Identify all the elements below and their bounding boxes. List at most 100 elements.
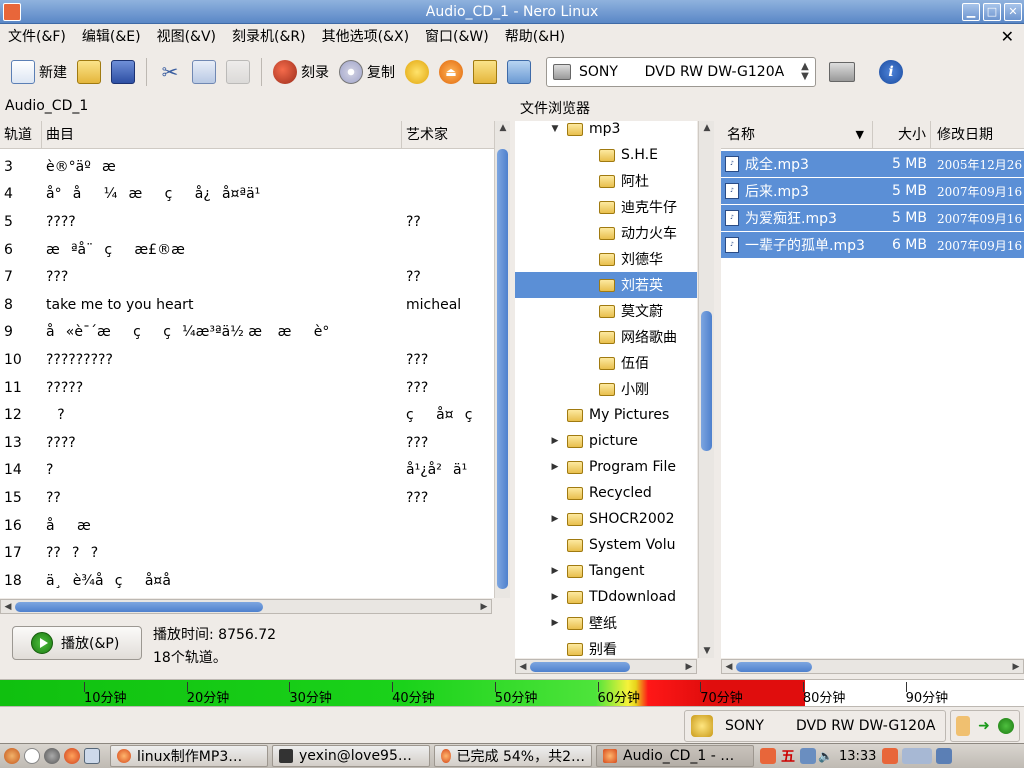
workspace-2[interactable] bbox=[902, 748, 933, 764]
folder-tree-hscrollbar[interactable]: ◀ ▶ bbox=[515, 659, 697, 674]
show-desktop-icon[interactable] bbox=[84, 748, 100, 764]
save-button[interactable] bbox=[106, 55, 140, 89]
file-list-hscrollbar[interactable]: ◀ ▶ bbox=[721, 659, 1024, 674]
task-button-nero[interactable]: Audio_CD_1 - … bbox=[596, 745, 754, 767]
nero-app-icon[interactable] bbox=[3, 3, 21, 21]
expander-icon[interactable]: ▶ bbox=[549, 592, 561, 602]
folder-tree-item[interactable]: ▶ SHOCR2002 bbox=[549, 506, 675, 532]
folder-tree-item[interactable]: ▼ mp3 bbox=[549, 121, 621, 142]
column-header-date[interactable]: 修改日期 bbox=[931, 121, 1024, 148]
track-row[interactable]: 3 è®°äºæ bbox=[0, 153, 494, 181]
expander-icon[interactable]: ▶ bbox=[549, 514, 561, 524]
expander-icon[interactable]: ▶ bbox=[549, 436, 561, 446]
minimize-button[interactable]: ▁ bbox=[962, 3, 980, 21]
play-button[interactable]: 播放(&P) bbox=[12, 626, 142, 660]
folder-tree-item[interactable]: ▶ TDdownload bbox=[549, 584, 677, 610]
folder-tree-item[interactable]: My Pictures bbox=[549, 402, 669, 428]
file-row[interactable]: ♪ 后来.mp3 5 MB 2007年09月16 bbox=[721, 178, 1024, 204]
folder-tree-item[interactable]: Recycled bbox=[549, 480, 652, 506]
track-row[interactable]: 5?????? bbox=[0, 208, 494, 236]
track-row[interactable]: 13??????? bbox=[0, 429, 494, 457]
folder-tree-item[interactable]: ▶ 壁纸 bbox=[549, 610, 617, 636]
workspace-1-icon[interactable] bbox=[882, 748, 899, 764]
track-list-hscrollbar[interactable]: ◀ ▶ bbox=[0, 599, 492, 614]
scroll-left-icon[interactable]: ◀ bbox=[1, 600, 15, 614]
drive-info-button[interactable] bbox=[824, 55, 860, 89]
start-menu-icon[interactable] bbox=[4, 748, 20, 764]
folder-tree-item[interactable]: 动力火车 bbox=[581, 220, 677, 246]
track-row[interactable]: 14? å¹¿å²ä¹ bbox=[0, 457, 494, 485]
status-actions[interactable]: ➜ bbox=[950, 710, 1020, 742]
folder-tree-vscrollbar[interactable]: ▲ ▼ bbox=[698, 121, 714, 658]
track-row[interactable]: 9 å«è¯´æçç¼æ³ªä½ æ æè° bbox=[0, 319, 494, 347]
volume-icon[interactable]: 🔈 bbox=[818, 749, 833, 763]
file-row[interactable]: ♪ 成全.mp3 5 MB 2005年12月26 bbox=[721, 151, 1024, 177]
close-document-icon[interactable]: ✕ bbox=[1001, 25, 1014, 49]
track-row[interactable]: 8 take me to you heart micheal bbox=[0, 291, 494, 319]
folder-tree-item[interactable]: S.H.E bbox=[581, 142, 658, 168]
track-row[interactable]: 18 ä¸è¾å­çå¤å bbox=[0, 567, 494, 595]
menu-extras[interactable]: 其他选项(&X) bbox=[314, 25, 417, 49]
folder-tree-item[interactable]: ▶ Program File bbox=[549, 454, 676, 480]
scroll-down-icon[interactable]: ▼ bbox=[700, 644, 714, 658]
browser-launcher-icon[interactable] bbox=[24, 748, 40, 764]
copy-disc-button[interactable]: 复制 bbox=[334, 55, 400, 89]
track-list-vscroll-thumb[interactable] bbox=[497, 149, 508, 589]
track-row[interactable]: 4 å°å¼æçå¿å¤ªä¹ bbox=[0, 181, 494, 209]
task-button-terminal[interactable]: yexin@love95… bbox=[272, 745, 430, 767]
track-row[interactable]: 6 æªå¨çæ£®æ bbox=[0, 236, 494, 264]
burn-button[interactable]: 刻录 bbox=[268, 55, 334, 89]
track-list-vscrollbar[interactable]: ▲ bbox=[494, 121, 510, 598]
column-header-artist[interactable]: 艺术家 bbox=[402, 121, 494, 148]
menu-window[interactable]: 窗口(&W) bbox=[417, 25, 497, 49]
menu-edit[interactable]: 编辑(&E) bbox=[74, 25, 149, 49]
title-bar[interactable]: Audio_CD_1 - Nero Linux ▁ □ ✕ bbox=[0, 0, 1024, 24]
folder-tree-item[interactable]: 阿杜 bbox=[581, 168, 649, 194]
folder-tree-item[interactable]: 网络歌曲 bbox=[581, 324, 677, 350]
trash-icon[interactable] bbox=[936, 748, 953, 764]
track-row[interactable]: 12 ? çå¤ç bbox=[0, 401, 494, 429]
info-button[interactable]: i bbox=[874, 55, 908, 89]
task-button-download[interactable]: 已完成 54%，共2… bbox=[434, 745, 592, 767]
maximize-button[interactable]: □ bbox=[983, 3, 1001, 21]
scroll-right-icon[interactable]: ▶ bbox=[682, 660, 696, 674]
firefox-launcher-icon[interactable] bbox=[64, 748, 80, 764]
scroll-left-icon[interactable]: ◀ bbox=[516, 660, 530, 674]
folder-tree-item[interactable]: 刘若英 bbox=[515, 272, 697, 298]
scroll-up-icon[interactable]: ▲ bbox=[700, 121, 714, 135]
file-row[interactable]: ♪ 一辈子的孤单.mp3 6 MB 2007年09月16 bbox=[721, 232, 1024, 258]
folder-tree-item[interactable]: ▶ picture bbox=[549, 428, 638, 454]
track-row[interactable]: 11???????? bbox=[0, 374, 494, 402]
folder-tree-item[interactable]: 伍佰 bbox=[581, 350, 649, 376]
folder-tree-item[interactable]: ▶ Tangent bbox=[549, 558, 645, 584]
track-row[interactable]: 15????? bbox=[0, 484, 494, 512]
folder-tree-item[interactable]: 迪克牛仔 bbox=[581, 194, 677, 220]
menu-file[interactable]: 文件(&F) bbox=[0, 25, 74, 49]
task-button-linux-mp3[interactable]: linux制作MP3… bbox=[110, 745, 268, 767]
expander-icon[interactable]: ▶ bbox=[549, 618, 561, 628]
wizard-button[interactable] bbox=[400, 55, 434, 89]
folder-tree-item[interactable]: System Volu bbox=[549, 532, 675, 558]
settings-launcher-icon[interactable] bbox=[44, 748, 60, 764]
scroll-left-icon[interactable]: ◀ bbox=[722, 660, 736, 674]
tray-app-icon[interactable] bbox=[760, 748, 776, 764]
folder-tree-hscroll-thumb[interactable] bbox=[530, 662, 630, 672]
paste-button[interactable] bbox=[221, 55, 255, 89]
menu-recorder[interactable]: 刻录机(&R) bbox=[224, 25, 314, 49]
new-button[interactable]: 新建 bbox=[6, 55, 72, 89]
column-header-name[interactable]: 名称 ▼ bbox=[721, 121, 873, 148]
eject-button[interactable]: ⏏ bbox=[434, 55, 468, 89]
cut-button[interactable]: ✂ bbox=[153, 55, 187, 89]
expander-icon[interactable]: ▶ bbox=[549, 566, 561, 576]
track-row[interactable]: 16 åæ bbox=[0, 512, 494, 540]
expander-icon[interactable]: ▼ bbox=[549, 124, 561, 134]
scroll-up-icon[interactable]: ▲ bbox=[496, 121, 510, 135]
network-icon[interactable] bbox=[800, 748, 816, 764]
folder-tree-vscroll-thumb[interactable] bbox=[701, 311, 712, 451]
close-window-button[interactable]: ✕ bbox=[1004, 3, 1022, 21]
menu-help[interactable]: 帮助(&H) bbox=[497, 25, 573, 49]
track-row[interactable]: 7????? bbox=[0, 263, 494, 291]
track-row[interactable]: 17 ???? bbox=[0, 539, 494, 567]
browse-folder-button[interactable] bbox=[468, 55, 502, 89]
scroll-right-icon[interactable]: ▶ bbox=[1009, 660, 1023, 674]
